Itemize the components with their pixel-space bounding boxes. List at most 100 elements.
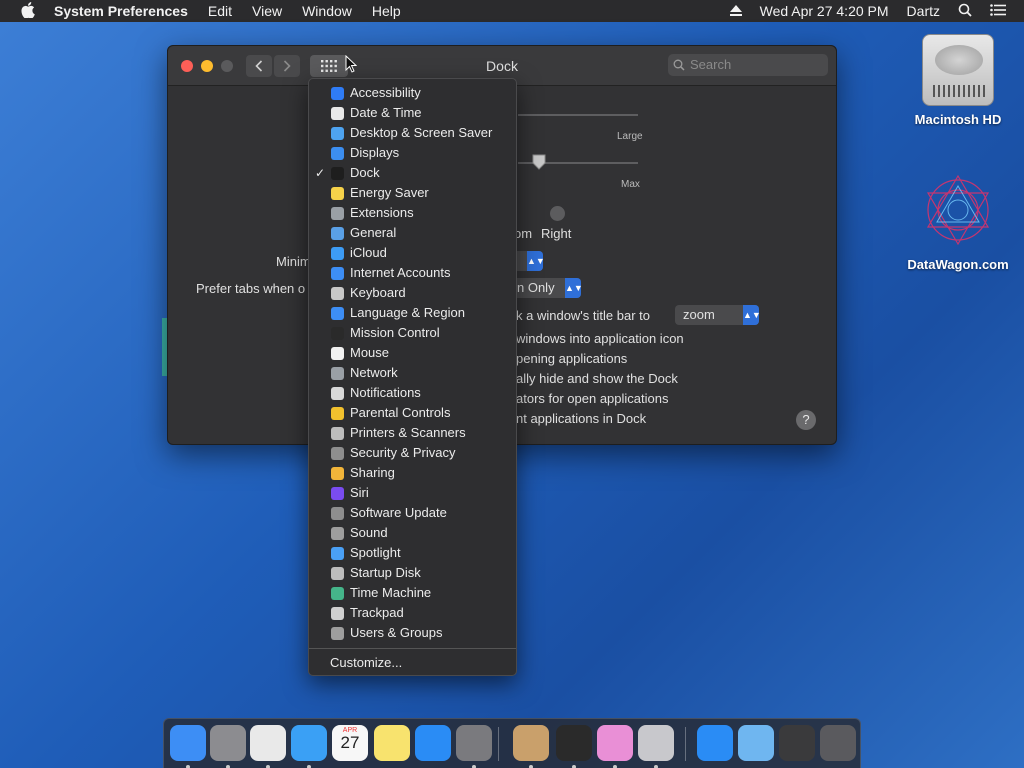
menu-item-icloud[interactable]: iCloud [309, 243, 516, 263]
minimize-using-label: Minim [276, 254, 311, 269]
notes-icon[interactable] [374, 725, 410, 761]
menu-bar: System Preferences Edit View Window Help… [0, 0, 1024, 22]
minimize-effect-popup[interactable]: ▲▼ [513, 251, 545, 271]
menu-item-parental-controls[interactable]: Parental Controls [309, 403, 516, 423]
chess-icon[interactable] [513, 725, 549, 761]
menu-item-printers-scanners[interactable]: Printers & Scanners [309, 423, 516, 443]
menu-item-accessibility[interactable]: Accessibility [309, 83, 516, 103]
menu-item-date-time[interactable]: Date & Time [309, 103, 516, 123]
slider-thumb-icon[interactable] [532, 154, 546, 170]
menu-window[interactable]: Window [302, 3, 352, 19]
disk-icon [331, 567, 344, 580]
notification-center-icon[interactable] [990, 3, 1006, 19]
spotlight-icon[interactable] [958, 3, 972, 20]
piano-icon[interactable] [556, 725, 592, 761]
display-icon [331, 147, 344, 160]
grapher-icon[interactable] [597, 725, 633, 761]
menu-item-general[interactable]: General [309, 223, 516, 243]
desktop-icon [331, 127, 344, 140]
puzzle-icon [331, 207, 344, 220]
accessibility-icon [331, 87, 344, 100]
help-button[interactable]: ? [796, 410, 816, 430]
app-store-folder-icon[interactable] [697, 725, 733, 761]
menu-item-mouse[interactable]: Mouse [309, 343, 516, 363]
menu-separator [309, 648, 516, 649]
globe-icon [331, 367, 344, 380]
menu-item-siri[interactable]: Siri [309, 483, 516, 503]
dock-divider [498, 727, 499, 761]
menu-item-time-machine[interactable]: Time Machine [309, 583, 516, 603]
search-icon [331, 547, 344, 560]
menu-item-language-region[interactable]: Language & Region [309, 303, 516, 323]
safari-icon[interactable] [291, 725, 327, 761]
menu-item-spotlight[interactable]: Spotlight [309, 543, 516, 563]
menu-item-desktop-screen-saver[interactable]: Desktop & Screen Saver [309, 123, 516, 143]
search-icon [673, 54, 685, 78]
desktop-icon-datawagon[interactable]: DataWagon.com [898, 170, 1018, 272]
menu-item-energy-saver[interactable]: Energy Saver [309, 183, 516, 203]
search-placeholder: Search [690, 57, 732, 72]
animate-opening-checkbox-label[interactable]: pening applications [516, 351, 627, 366]
lock-icon [331, 447, 344, 460]
apple-icon[interactable] [18, 1, 38, 21]
menu-view[interactable]: View [252, 3, 282, 19]
show-indicators-checkbox-label[interactable]: ators for open applications [516, 391, 668, 406]
prefer-tabs-label: Prefer tabs when o [196, 281, 306, 296]
search-field[interactable]: Search [668, 54, 828, 76]
trash-icon[interactable] [820, 725, 856, 761]
menu-item-trackpad[interactable]: Trackpad [309, 603, 516, 623]
menu-item-security-privacy[interactable]: Security & Privacy [309, 443, 516, 463]
show-recent-apps-checkbox-label[interactable]: nt applications in Dock [516, 411, 646, 426]
menu-item-extensions[interactable]: Extensions [309, 203, 516, 223]
minimize-into-icon-checkbox-label[interactable]: windows into application icon [516, 331, 684, 346]
siri-icon [331, 487, 344, 500]
menu-item-internet-accounts[interactable]: Internet Accounts [309, 263, 516, 283]
mouse-icon [331, 347, 344, 360]
chrome-icon[interactable] [250, 725, 286, 761]
slider-large-label: Large [617, 131, 643, 142]
menu-item-notifications[interactable]: Notifications [309, 383, 516, 403]
app-store-icon[interactable] [415, 725, 451, 761]
menu-app-name[interactable]: System Preferences [54, 3, 188, 19]
launchpad-icon[interactable] [210, 725, 246, 761]
menu-item-keyboard[interactable]: Keyboard [309, 283, 516, 303]
menu-item-dock[interactable]: ✓ Dock [309, 163, 516, 183]
users-icon [331, 627, 344, 640]
position-right-label: Right [541, 226, 572, 241]
autohide-dock-checkbox-label[interactable]: ally hide and show the Dock [516, 371, 678, 386]
menu-item-startup-disk[interactable]: Startup Disk [309, 563, 516, 583]
prefer-tabs-popup[interactable]: n Only ▲▼ [513, 278, 583, 298]
hard-drive-icon [922, 34, 994, 106]
automator-icon[interactable] [638, 725, 674, 761]
system-preferences-icon[interactable] [456, 725, 492, 761]
double-click-action-popup[interactable]: zoom ▲▼ [675, 305, 761, 325]
calendar-icon[interactable]: APR 27 [332, 725, 368, 761]
desktop-icon-macintosh-hd[interactable]: Macintosh HD [898, 34, 1018, 127]
eject-icon[interactable] [729, 3, 742, 19]
menu-item-displays[interactable]: Displays [309, 143, 516, 163]
menu-item-sound[interactable]: Sound [309, 523, 516, 543]
double-click-action-value: zoom [683, 307, 715, 322]
general-icon [331, 227, 344, 240]
menubar-user[interactable]: Dartz [907, 3, 940, 19]
size-slider[interactable] [518, 114, 638, 116]
menubar-clock[interactable]: Wed Apr 27 4:20 PM [760, 3, 889, 19]
position-right-radio[interactable] [550, 206, 565, 221]
clock-icon [331, 107, 344, 120]
finder-icon[interactable] [170, 725, 206, 761]
menu-help[interactable]: Help [372, 3, 401, 19]
gear-icon [331, 507, 344, 520]
speaker-icon [331, 527, 344, 540]
downloads-stack-icon[interactable] [779, 725, 815, 761]
menu-item-sharing[interactable]: Sharing [309, 463, 516, 483]
menu-item-users-groups[interactable]: Users & Groups [309, 623, 516, 643]
folder-icon[interactable] [738, 725, 774, 761]
calendar-day: 27 [340, 733, 360, 752]
menu-item-customize[interactable]: Customize... [309, 653, 516, 673]
menu-item-mission-control[interactable]: Mission Control [309, 323, 516, 343]
menu-edit[interactable]: Edit [208, 3, 232, 19]
menu-item-software-update[interactable]: Software Update [309, 503, 516, 523]
dock-divider [685, 727, 686, 761]
popup-arrows-icon: ▲▼ [565, 278, 583, 298]
menu-item-network[interactable]: Network [309, 363, 516, 383]
